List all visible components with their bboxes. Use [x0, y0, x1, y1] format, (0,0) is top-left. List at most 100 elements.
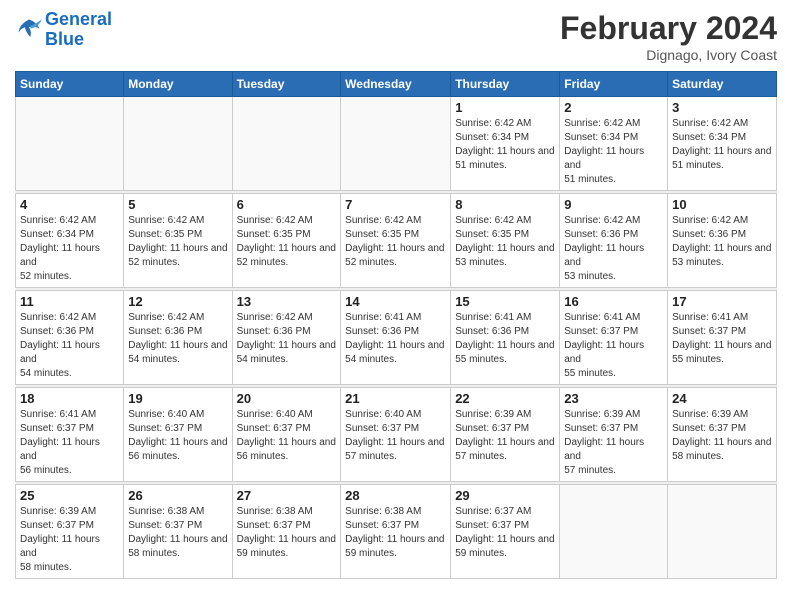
day-number: 7 [345, 197, 446, 212]
calendar-cell: 4 Sunrise: 6:42 AMSunset: 6:34 PMDaylight… [16, 194, 124, 288]
calendar-cell [668, 485, 777, 579]
day-info: Sunrise: 6:38 AMSunset: 6:37 PMDaylight:… [128, 505, 227, 561]
day-number: 2 [564, 100, 663, 115]
day-number: 24 [672, 391, 772, 406]
day-number: 21 [345, 391, 446, 406]
day-number: 26 [128, 488, 227, 503]
day-info: Sunrise: 6:42 AMSunset: 6:34 PMDaylight:… [20, 214, 119, 284]
day-number: 28 [345, 488, 446, 503]
calendar-week-row: 25 Sunrise: 6:39 AMSunset: 6:37 PMDayligh… [16, 485, 777, 579]
day-number: 16 [564, 294, 663, 309]
day-info: Sunrise: 6:42 AMSunset: 6:35 PMDaylight:… [345, 214, 446, 270]
day-info: Sunrise: 6:39 AMSunset: 6:37 PMDaylight:… [20, 505, 119, 575]
calendar-cell: 22 Sunrise: 6:39 AMSunset: 6:37 PMDayligh… [451, 388, 560, 482]
calendar-cell: 18Sunrise: 6:41 AMSunset: 6:37 PMDayligh… [16, 388, 124, 482]
calendar-cell: 7 Sunrise: 6:42 AMSunset: 6:35 PMDaylight… [341, 194, 451, 288]
day-number: 10 [672, 197, 772, 212]
calendar-cell: 21 Sunrise: 6:40 AMSunset: 6:37 PMDayligh… [341, 388, 451, 482]
logo-bird-icon [15, 16, 43, 44]
col-thursday: Thursday [451, 72, 560, 97]
calendar-cell [341, 97, 451, 191]
day-number: 3 [672, 100, 772, 115]
day-info: Sunrise: 6:39 AMSunset: 6:37 PMDaylight:… [455, 408, 555, 464]
calendar-cell: 9 Sunrise: 6:42 AMSunset: 6:36 PMDaylight… [560, 194, 668, 288]
day-number: 13 [237, 294, 337, 309]
page-container: GeneralBlue February 2024 Dignago, Ivory… [0, 0, 792, 589]
calendar-header-row: Sunday Monday Tuesday Wednesday Thursday… [16, 72, 777, 97]
day-info: Sunrise: 6:42 AMSunset: 6:36 PMDaylight:… [20, 311, 119, 381]
logo: GeneralBlue [15, 10, 112, 50]
day-info: Sunrise: 6:41 AMSunset: 6:36 PMDaylight:… [345, 311, 446, 367]
day-info: Sunrise: 6:42 AMSunset: 6:36 PMDaylight:… [128, 311, 227, 367]
calendar-cell: 1Sunrise: 6:42 AMSunset: 6:34 PMDaylight… [451, 97, 560, 191]
calendar-cell [16, 97, 124, 191]
day-number: 25 [20, 488, 119, 503]
day-number: 23 [564, 391, 663, 406]
day-info: Sunrise: 6:42 AMSunset: 6:35 PMDaylight:… [455, 214, 555, 270]
calendar-cell [124, 97, 232, 191]
day-info: Sunrise: 6:41 AMSunset: 6:36 PMDaylight:… [455, 311, 555, 367]
day-info: Sunrise: 6:41 AMSunset: 6:37 PMDaylight:… [20, 408, 119, 478]
col-wednesday: Wednesday [341, 72, 451, 97]
calendar-cell [232, 97, 341, 191]
day-number: 12 [128, 294, 227, 309]
calendar-cell: 17 Sunrise: 6:41 AMSunset: 6:37 PMDayligh… [668, 291, 777, 385]
day-number: 29 [455, 488, 555, 503]
title-block: February 2024 Dignago, Ivory Coast [560, 10, 777, 63]
calendar-cell: 5 Sunrise: 6:42 AMSunset: 6:35 PMDaylight… [124, 194, 232, 288]
day-info: Sunrise: 6:40 AMSunset: 6:37 PMDaylight:… [345, 408, 446, 464]
calendar-cell: 25 Sunrise: 6:39 AMSunset: 6:37 PMDayligh… [16, 485, 124, 579]
day-number: 14 [345, 294, 446, 309]
calendar-table: Sunday Monday Tuesday Wednesday Thursday… [15, 71, 777, 579]
calendar-cell: 19Sunrise: 6:40 AMSunset: 6:37 PMDayligh… [124, 388, 232, 482]
calendar-week-row: 4 Sunrise: 6:42 AMSunset: 6:34 PMDaylight… [16, 194, 777, 288]
col-tuesday: Tuesday [232, 72, 341, 97]
day-number: 8 [455, 197, 555, 212]
logo-text: GeneralBlue [45, 10, 112, 50]
col-saturday: Saturday [668, 72, 777, 97]
day-number: 22 [455, 391, 555, 406]
calendar-week-row: 18Sunrise: 6:41 AMSunset: 6:37 PMDayligh… [16, 388, 777, 482]
day-info: Sunrise: 6:42 AMSunset: 6:36 PMDaylight:… [564, 214, 663, 284]
calendar-cell: 8 Sunrise: 6:42 AMSunset: 6:35 PMDaylight… [451, 194, 560, 288]
calendar-cell: 24 Sunrise: 6:39 AMSunset: 6:37 PMDayligh… [668, 388, 777, 482]
calendar-week-row: 1Sunrise: 6:42 AMSunset: 6:34 PMDaylight… [16, 97, 777, 191]
day-info: Sunrise: 6:40 AMSunset: 6:37 PMDaylight:… [237, 408, 337, 464]
day-info: Sunrise: 6:42 AMSunset: 6:34 PMDaylight:… [564, 117, 663, 187]
day-number: 11 [20, 294, 119, 309]
calendar-cell: 10Sunrise: 6:42 AMSunset: 6:36 PMDayligh… [668, 194, 777, 288]
col-sunday: Sunday [16, 72, 124, 97]
day-number: 17 [672, 294, 772, 309]
calendar-cell: 6Sunrise: 6:42 AMSunset: 6:35 PMDaylight… [232, 194, 341, 288]
day-number: 9 [564, 197, 663, 212]
calendar-cell [560, 485, 668, 579]
calendar-week-row: 11 Sunrise: 6:42 AMSunset: 6:36 PMDayligh… [16, 291, 777, 385]
calendar-cell: 13 Sunrise: 6:42 AMSunset: 6:36 PMDayligh… [232, 291, 341, 385]
calendar-cell: 27Sunrise: 6:38 AMSunset: 6:37 PMDayligh… [232, 485, 341, 579]
day-info: Sunrise: 6:39 AMSunset: 6:37 PMDaylight:… [672, 408, 772, 464]
calendar-cell: 26 Sunrise: 6:38 AMSunset: 6:37 PMDayligh… [124, 485, 232, 579]
calendar-cell: 15 Sunrise: 6:41 AMSunset: 6:36 PMDayligh… [451, 291, 560, 385]
day-info: Sunrise: 6:42 AMSunset: 6:35 PMDaylight:… [237, 214, 337, 270]
calendar-cell: 14 Sunrise: 6:41 AMSunset: 6:36 PMDayligh… [341, 291, 451, 385]
calendar-cell: 12 Sunrise: 6:42 AMSunset: 6:36 PMDayligh… [124, 291, 232, 385]
day-info: Sunrise: 6:42 AMSunset: 6:35 PMDaylight:… [128, 214, 227, 270]
col-monday: Monday [124, 72, 232, 97]
day-info: Sunrise: 6:41 AMSunset: 6:37 PMDaylight:… [672, 311, 772, 367]
day-info: Sunrise: 6:42 AMSunset: 6:34 PMDaylight:… [455, 117, 555, 173]
col-friday: Friday [560, 72, 668, 97]
day-number: 15 [455, 294, 555, 309]
day-number: 5 [128, 197, 227, 212]
day-info: Sunrise: 6:42 AMSunset: 6:36 PMDaylight:… [237, 311, 337, 367]
day-number: 19 [128, 391, 227, 406]
day-info: Sunrise: 6:41 AMSunset: 6:37 PMDaylight:… [564, 311, 663, 381]
calendar-cell: 3Sunrise: 6:42 AMSunset: 6:34 PMDaylight… [668, 97, 777, 191]
calendar-cell: 2 Sunrise: 6:42 AMSunset: 6:34 PMDaylight… [560, 97, 668, 191]
day-number: 27 [237, 488, 337, 503]
calendar-cell: 11 Sunrise: 6:42 AMSunset: 6:36 PMDayligh… [16, 291, 124, 385]
calendar-cell: 16 Sunrise: 6:41 AMSunset: 6:37 PMDayligh… [560, 291, 668, 385]
calendar-cell: 28Sunrise: 6:38 AMSunset: 6:37 PMDayligh… [341, 485, 451, 579]
day-number: 4 [20, 197, 119, 212]
calendar-cell: 23Sunrise: 6:39 AMSunset: 6:37 PMDayligh… [560, 388, 668, 482]
header: GeneralBlue February 2024 Dignago, Ivory… [15, 10, 777, 63]
